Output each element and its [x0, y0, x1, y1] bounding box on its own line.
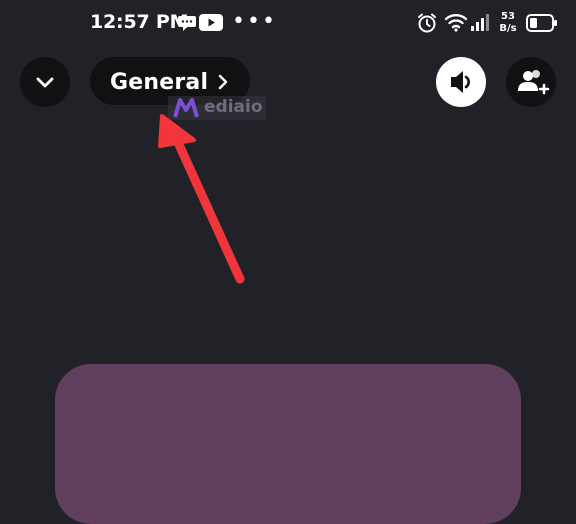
mediaio-logo-icon: [173, 98, 199, 118]
channel-title: General: [110, 70, 209, 95]
status-bar: 12:57 PM ••• 53 B/s: [0, 0, 576, 46]
youtube-icon: [199, 14, 223, 31]
network-speed-value: 53: [501, 11, 515, 22]
speaker-button[interactable]: [436, 57, 486, 107]
collapse-button[interactable]: [20, 57, 70, 107]
chevron-down-icon: [36, 77, 54, 88]
add-user-icon: [518, 70, 550, 95]
chat-bubble-icon: [178, 16, 196, 31]
battery-icon: [526, 14, 557, 32]
speaker-icon: [451, 71, 470, 93]
signal-icon: [471, 14, 489, 31]
network-speed-unit: B/s: [499, 23, 517, 34]
chevron-right-icon: [218, 74, 228, 90]
watermark: ediaio: [168, 96, 266, 120]
add-user-button[interactable]: [506, 57, 556, 107]
status-time: 12:57 PM: [90, 11, 189, 33]
network-speed: 53 B/s: [496, 11, 520, 35]
alarm-icon: [418, 13, 436, 33]
video-tile[interactable]: [55, 364, 521, 524]
more-notifications-dots: •••: [232, 9, 277, 34]
watermark-text: ediaio: [204, 97, 263, 117]
wifi-icon: [445, 14, 467, 32]
